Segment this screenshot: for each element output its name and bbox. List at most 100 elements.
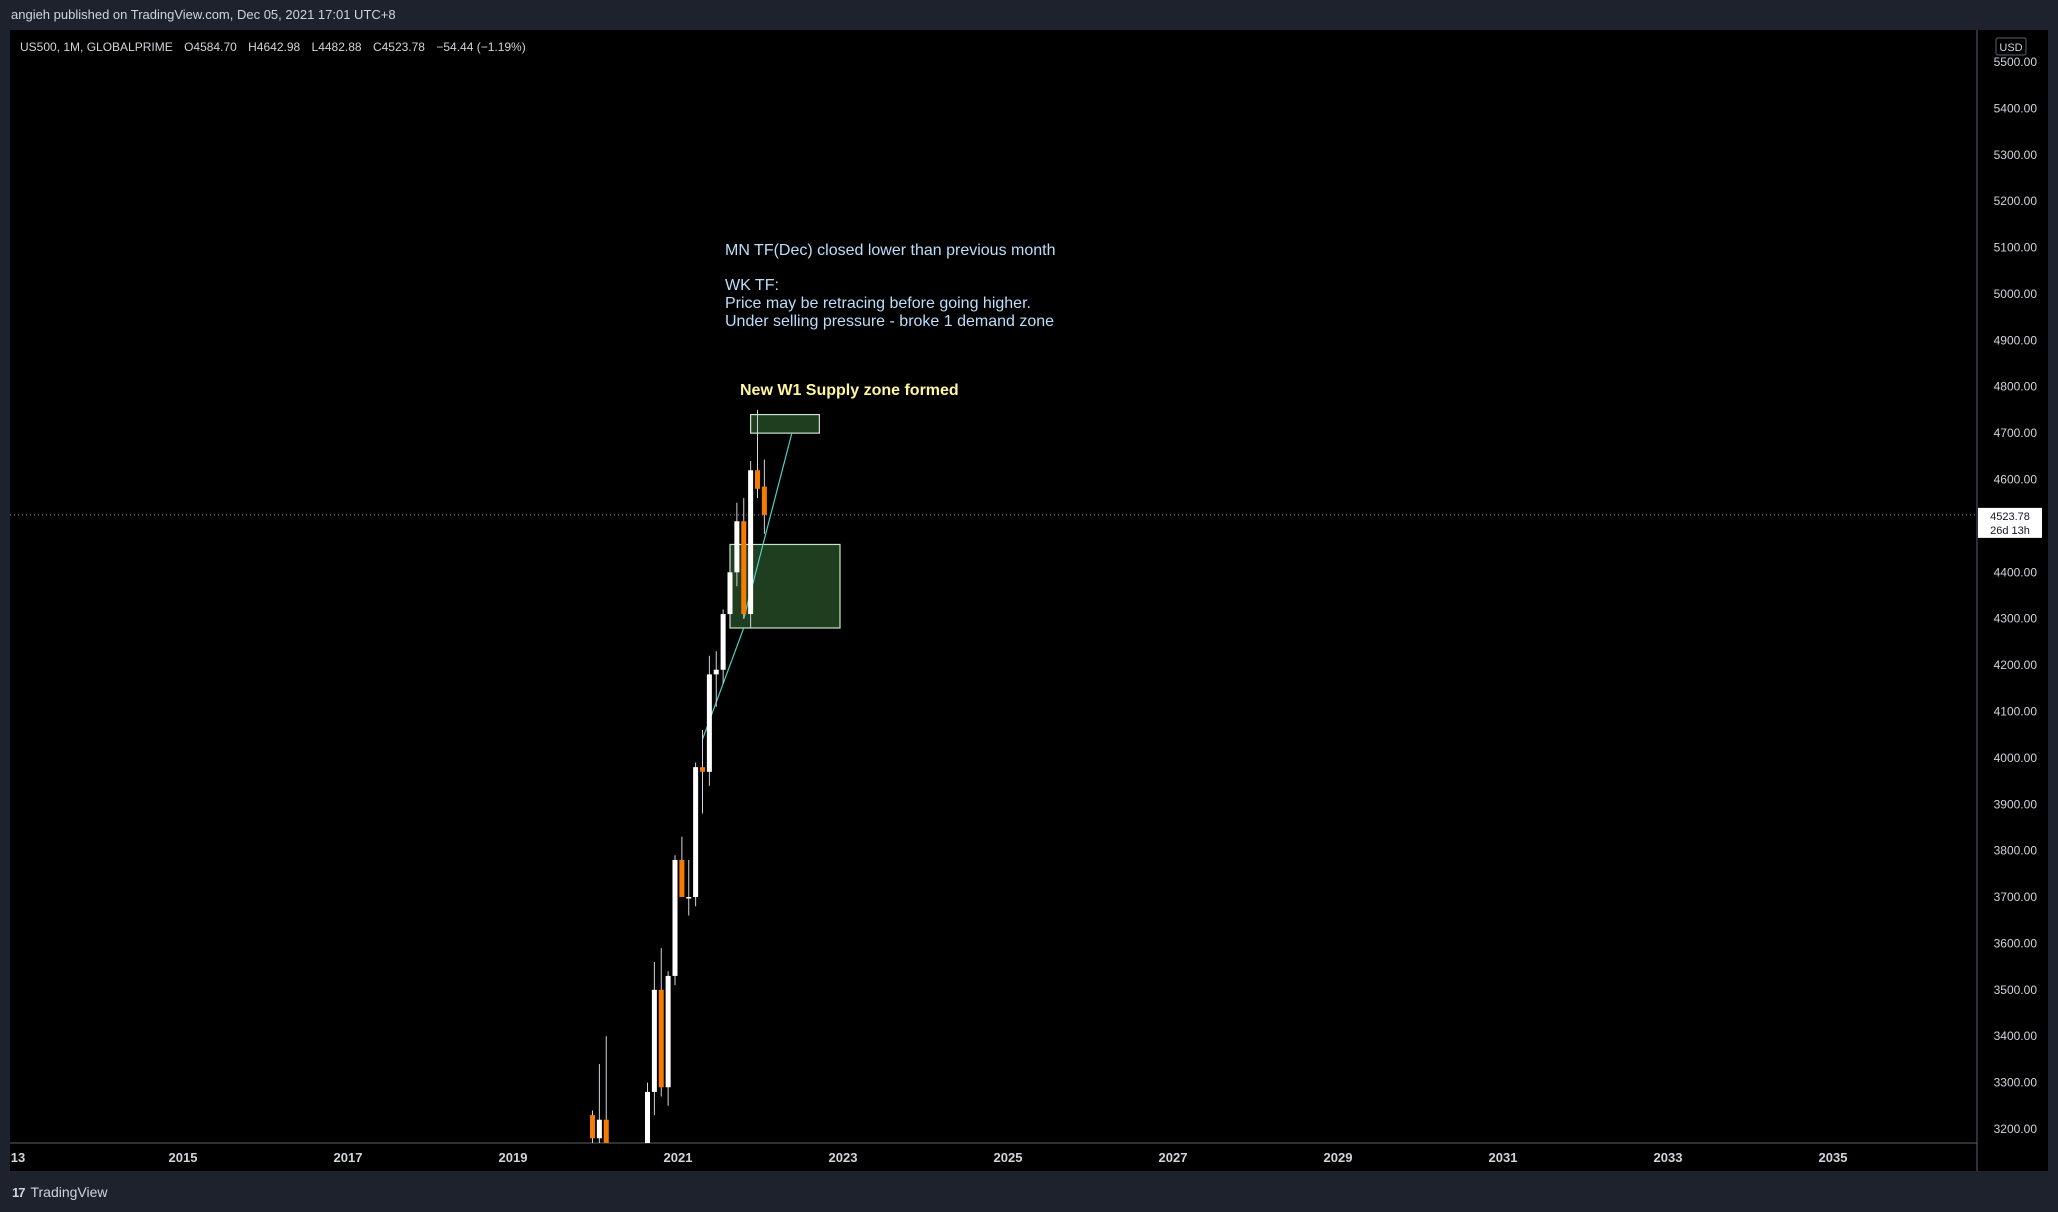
candle-body: [672, 859, 678, 976]
countdown-label: 26d 13h: [1990, 525, 2030, 537]
time-tick-label: 2021: [664, 1150, 693, 1165]
price-tick-label: 4700.00: [1994, 426, 2038, 440]
candle-body: [700, 767, 705, 772]
tradingview-brand[interactable]: 17 TradingView: [12, 1182, 108, 1202]
candle-body: [651, 989, 657, 1092]
last-price-label: 4523.78: [1990, 511, 2030, 523]
note-line-1: MN TF(Dec) closed lower than previous mo…: [725, 242, 1056, 259]
price-tick-label: 5200.00: [1994, 194, 2038, 208]
candle-body: [720, 614, 726, 670]
candle[interactable]: [603, 1036, 609, 1143]
candle-body: [734, 521, 740, 573]
brand-label: TradingView: [30, 1184, 108, 1200]
time-axis-ticks[interactable]: 13 2015 2017 2019 2021 2023 2025 2027 2029 2031 20…: [11, 1150, 1848, 1165]
candle-body: [755, 470, 760, 489]
price-tick-label: 3400.00: [1994, 1029, 2038, 1043]
candle[interactable]: [665, 971, 671, 1106]
price-tick-label: 3600.00: [1994, 936, 2038, 950]
candle[interactable]: [672, 855, 678, 986]
time-tick-label: 2031: [1489, 1150, 1518, 1165]
candle-body: [761, 486, 767, 515]
price-tick-label: 5300.00: [1994, 148, 2038, 162]
last-price-badge: 4523.78 26d 13h: [1978, 507, 2042, 538]
price-tick-label: 4800.00: [1994, 380, 2038, 394]
candle-body: [590, 1115, 595, 1139]
legend-high: H4642.98: [248, 40, 300, 54]
candle[interactable]: [679, 836, 685, 898]
candle[interactable]: [706, 655, 712, 786]
supply-zone[interactable]: [750, 413, 820, 434]
supply-zone-label[interactable]: New W1 Supply zone formed: [740, 382, 959, 399]
candle[interactable]: [741, 498, 747, 619]
time-tick-label: 2027: [1159, 1150, 1188, 1165]
price-tick-label: 4100.00: [1994, 704, 2038, 718]
price-tick-label: 4200.00: [1994, 658, 2038, 672]
legend-open: O4584.70: [184, 40, 237, 54]
candle[interactable]: [686, 859, 692, 916]
currency-badge[interactable]: USD: [1995, 37, 2027, 56]
candle[interactable]: [651, 961, 657, 1116]
legend-change: −54.44 (−1.19%): [436, 40, 525, 54]
footer-bar: [0, 1171, 2058, 1212]
currency-label: USD: [1999, 42, 2022, 54]
candle-body: [706, 674, 712, 772]
candle-body: [693, 767, 699, 898]
candle-body: [645, 1091, 650, 1143]
candle-body: [603, 1119, 609, 1143]
candle[interactable]: [700, 730, 705, 814]
candle[interactable]: [693, 762, 699, 907]
price-tick-label: 3200.00: [1994, 1122, 2038, 1136]
price-tick-label: 4900.00: [1994, 333, 2038, 347]
price-tick-label: 4400.00: [1994, 565, 2038, 579]
candlestick-chart[interactable]: US500, 1M, GLOBALPRIME O4584.70 H4642.98…: [0, 0, 2058, 1171]
annotation-note[interactable]: MN TF(Dec) closed lower than previous mo…: [725, 242, 1056, 330]
candle[interactable]: [748, 460, 754, 628]
candle[interactable]: [645, 1082, 650, 1143]
time-tick-label: 13: [11, 1150, 25, 1165]
note-line-2: WK TF:: [725, 277, 779, 294]
candle[interactable]: [590, 1110, 595, 1143]
candle-body: [596, 1119, 602, 1139]
candle-body: [741, 521, 747, 615]
price-tick-label: 3800.00: [1994, 844, 2038, 858]
candle-body: [658, 989, 664, 1088]
legend-close: C4523.78: [373, 40, 425, 54]
candle-body: [679, 859, 685, 898]
price-tick-label: 3700.00: [1994, 890, 2038, 904]
price-tick-label: 5400.00: [1994, 101, 2038, 115]
time-tick-label: 2017: [334, 1150, 363, 1165]
time-tick-label: 2015: [169, 1150, 198, 1165]
price-tick-label: 5500.00: [1994, 55, 2038, 69]
candle-body: [713, 669, 719, 675]
candle[interactable]: [761, 459, 767, 534]
candle-body: [727, 572, 733, 615]
price-tick-label: 3500.00: [1994, 983, 2038, 997]
legend-low: L4482.88: [312, 40, 362, 54]
candle[interactable]: [720, 609, 726, 684]
price-tick-label: 3300.00: [1994, 1076, 2038, 1090]
price-tick-label: 3900.00: [1994, 797, 2038, 811]
price-tick-label: 4300.00: [1994, 612, 2038, 626]
price-axis-ticks[interactable]: 3200.00 3300.00 3400.00 3500.00 3600.00 3700.…: [1994, 55, 2038, 1136]
candle-body: [686, 897, 692, 899]
candle-body: [748, 470, 754, 615]
candle-body: [665, 975, 671, 1088]
price-tick-label: 4600.00: [1994, 473, 2038, 487]
time-tick-label: 2029: [1324, 1150, 1353, 1165]
candle[interactable]: [658, 948, 664, 1097]
price-tick-label: 5000.00: [1994, 287, 2038, 301]
time-tick-label: 2035: [1819, 1150, 1848, 1165]
time-tick-label: 2023: [829, 1150, 858, 1165]
candle[interactable]: [596, 1064, 602, 1143]
demand-zone[interactable]: [729, 543, 841, 629]
candles-group: [590, 409, 767, 1143]
tradingview-logo-icon: 17: [12, 1184, 26, 1200]
time-tick-label: 2025: [994, 1150, 1023, 1165]
price-tick-label: 5100.00: [1994, 241, 2038, 255]
price-tick-label: 4000.00: [1994, 751, 2038, 765]
time-tick-label: 2019: [499, 1150, 528, 1165]
time-tick-label: 2033: [1654, 1150, 1683, 1165]
legend-symbol: US500, 1M, GLOBALPRIME: [20, 40, 173, 54]
note-line-4: Under selling pressure - broke 1 demand …: [725, 313, 1054, 330]
note-line-3: Price may be retracing before going high…: [725, 295, 1031, 312]
